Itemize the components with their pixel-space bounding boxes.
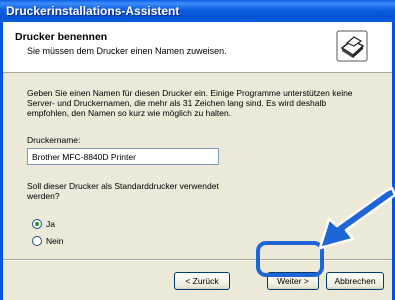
- radio-label-ja: Ja: [46, 219, 55, 229]
- wizard-client-area: Drucker benennen Sie müssen dem Drucker …: [3, 22, 392, 300]
- cancel-button[interactable]: Abbrechen: [326, 272, 384, 290]
- radio-option-ja[interactable]: Ja: [32, 219, 55, 229]
- wizard-window: Druckerinstallations-Assistent Drucker b…: [0, 0, 395, 300]
- radio-button-nein[interactable]: [32, 236, 42, 246]
- radio-button-ja[interactable]: [32, 219, 42, 229]
- page-subtitle: Sie müssen dem Drucker einen Namen zuwei…: [27, 46, 227, 56]
- printer-icon: [336, 30, 368, 62]
- radio-label-nein: Nein: [46, 236, 64, 246]
- printer-name-label: Druckername:: [27, 135, 81, 145]
- page-title: Drucker benennen: [15, 31, 108, 43]
- default-printer-question: Soll dieser Drucker als Standarddrucker …: [27, 181, 219, 201]
- radio-option-nein[interactable]: Nein: [32, 236, 63, 246]
- printer-name-input[interactable]: [27, 148, 219, 165]
- back-button[interactable]: < Zurück: [174, 272, 230, 290]
- button-divider: [3, 259, 392, 261]
- description-text: Geben Sie einen Namen für diesen Drucker…: [27, 88, 353, 118]
- wizard-header: Drucker benennen Sie müssen dem Drucker …: [3, 22, 392, 73]
- window-title: Druckerinstallations-Assistent: [0, 0, 395, 22]
- arrow-icon: [318, 186, 395, 250]
